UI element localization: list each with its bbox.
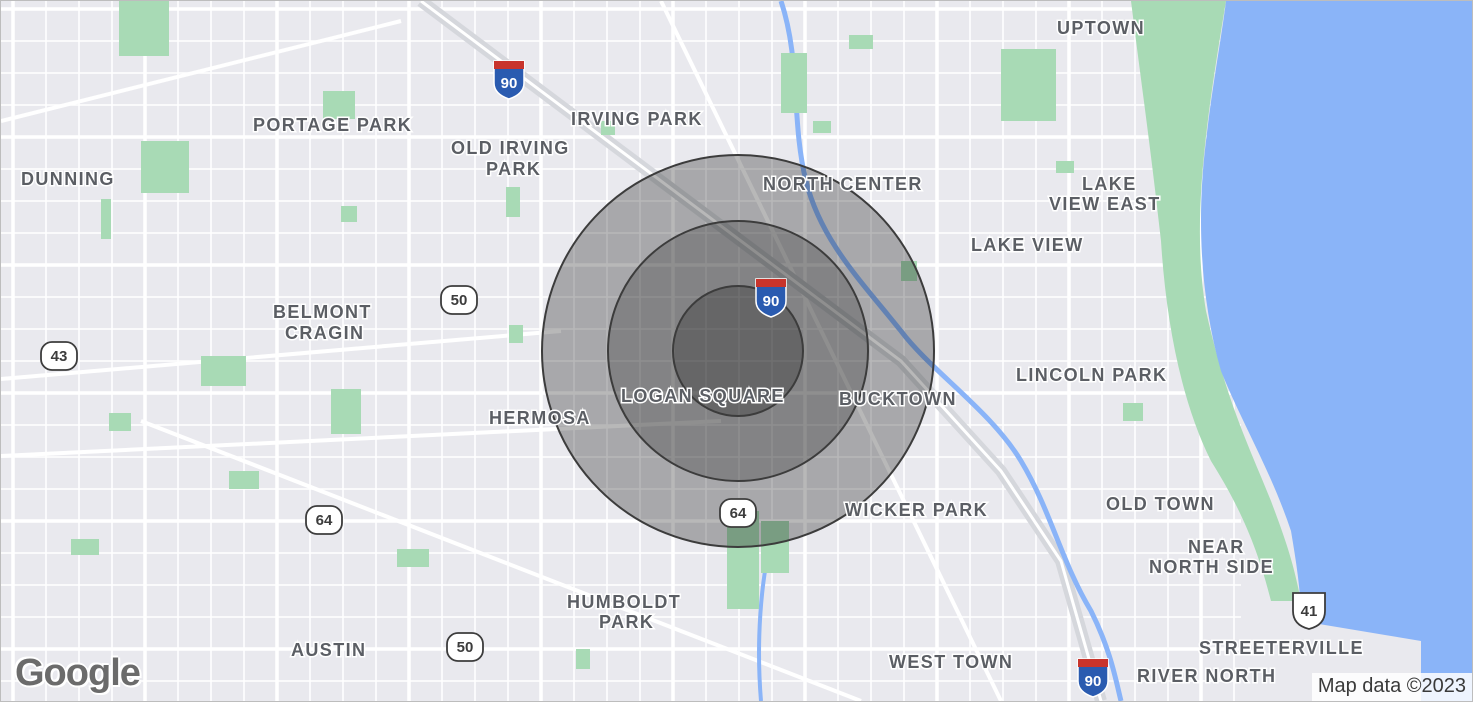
route-50-a-number: 50 [451,292,468,309]
radius-overlay[interactable] [541,154,935,548]
label-belmont-cragin-2: CRAGIN [285,323,364,343]
label-lincoln-park: LINCOLN PARK [1016,365,1167,385]
label-hermosa: HERMOSA [489,408,591,428]
label-near-north-side-2: NORTH SIDE [1149,557,1274,577]
label-west-town: WEST TOWN [889,652,1013,672]
label-lake-view: LAKE VIEW [971,235,1084,255]
label-austin: AUSTIN [291,640,366,660]
i90-shield-center: 90 [755,278,787,318]
route-50-shield-a: 50 [440,285,478,315]
route-64-b-number: 64 [730,505,747,522]
label-north-center: NORTH CENTER [763,174,923,194]
route-64-shield-a: 64 [305,505,343,535]
label-irving-park: IRVING PARK [571,109,703,129]
label-logan-square: LOGAN SQUARE [621,386,785,406]
route-50-b-number: 50 [457,639,474,656]
i90-shield-top: 90 [493,60,525,100]
map-attribution[interactable]: Map data ©2023 [1311,673,1472,701]
label-humboldt-park-1: HUMBOLDT [567,592,681,612]
label-lake-view-east-2: VIEW EAST [1049,194,1161,214]
label-dunning: DUNNING [21,169,115,189]
map-container[interactable]: UPTOWN PORTAGE PARK IRVING PARK OLD IRVI… [0,0,1473,702]
label-old-irving-park-1: OLD IRVING [451,138,570,158]
label-old-town: OLD TOWN [1106,494,1215,514]
label-belmont-cragin-1: BELMONT [273,302,372,322]
label-lake-view-east-1: LAKE [1082,174,1137,194]
label-wicker-park: WICKER PARK [845,500,988,520]
label-humboldt-park-2: PARK [599,612,654,632]
label-portage-park: PORTAGE PARK [253,115,412,135]
route-43-number: 43 [51,348,68,365]
label-uptown: UPTOWN [1057,18,1145,38]
route-43-shield: 43 [40,341,78,371]
label-near-north-side-1: NEAR [1188,537,1245,557]
label-river-north: RIVER NORTH [1137,666,1276,686]
i90-center-number: 90 [763,293,780,310]
google-logo[interactable]: Google [15,652,141,695]
i90-bottom-number: 90 [1085,673,1102,690]
i90-shield-bottom: 90 [1077,658,1109,698]
route-50-shield-b: 50 [446,632,484,662]
us41-number: 41 [1301,603,1318,620]
map-canvas[interactable]: UPTOWN PORTAGE PARK IRVING PARK OLD IRVI… [1,1,1472,701]
label-streeterville: STREETERVILLE [1199,638,1364,658]
label-bucktown: BUCKTOWN [839,389,957,409]
i90-top-number: 90 [501,75,518,92]
route-64-a-number: 64 [316,512,333,529]
label-old-irving-park-2: PARK [486,159,541,179]
route-64-shield-b: 64 [719,498,757,528]
us41-shield: 41 [1292,592,1326,630]
